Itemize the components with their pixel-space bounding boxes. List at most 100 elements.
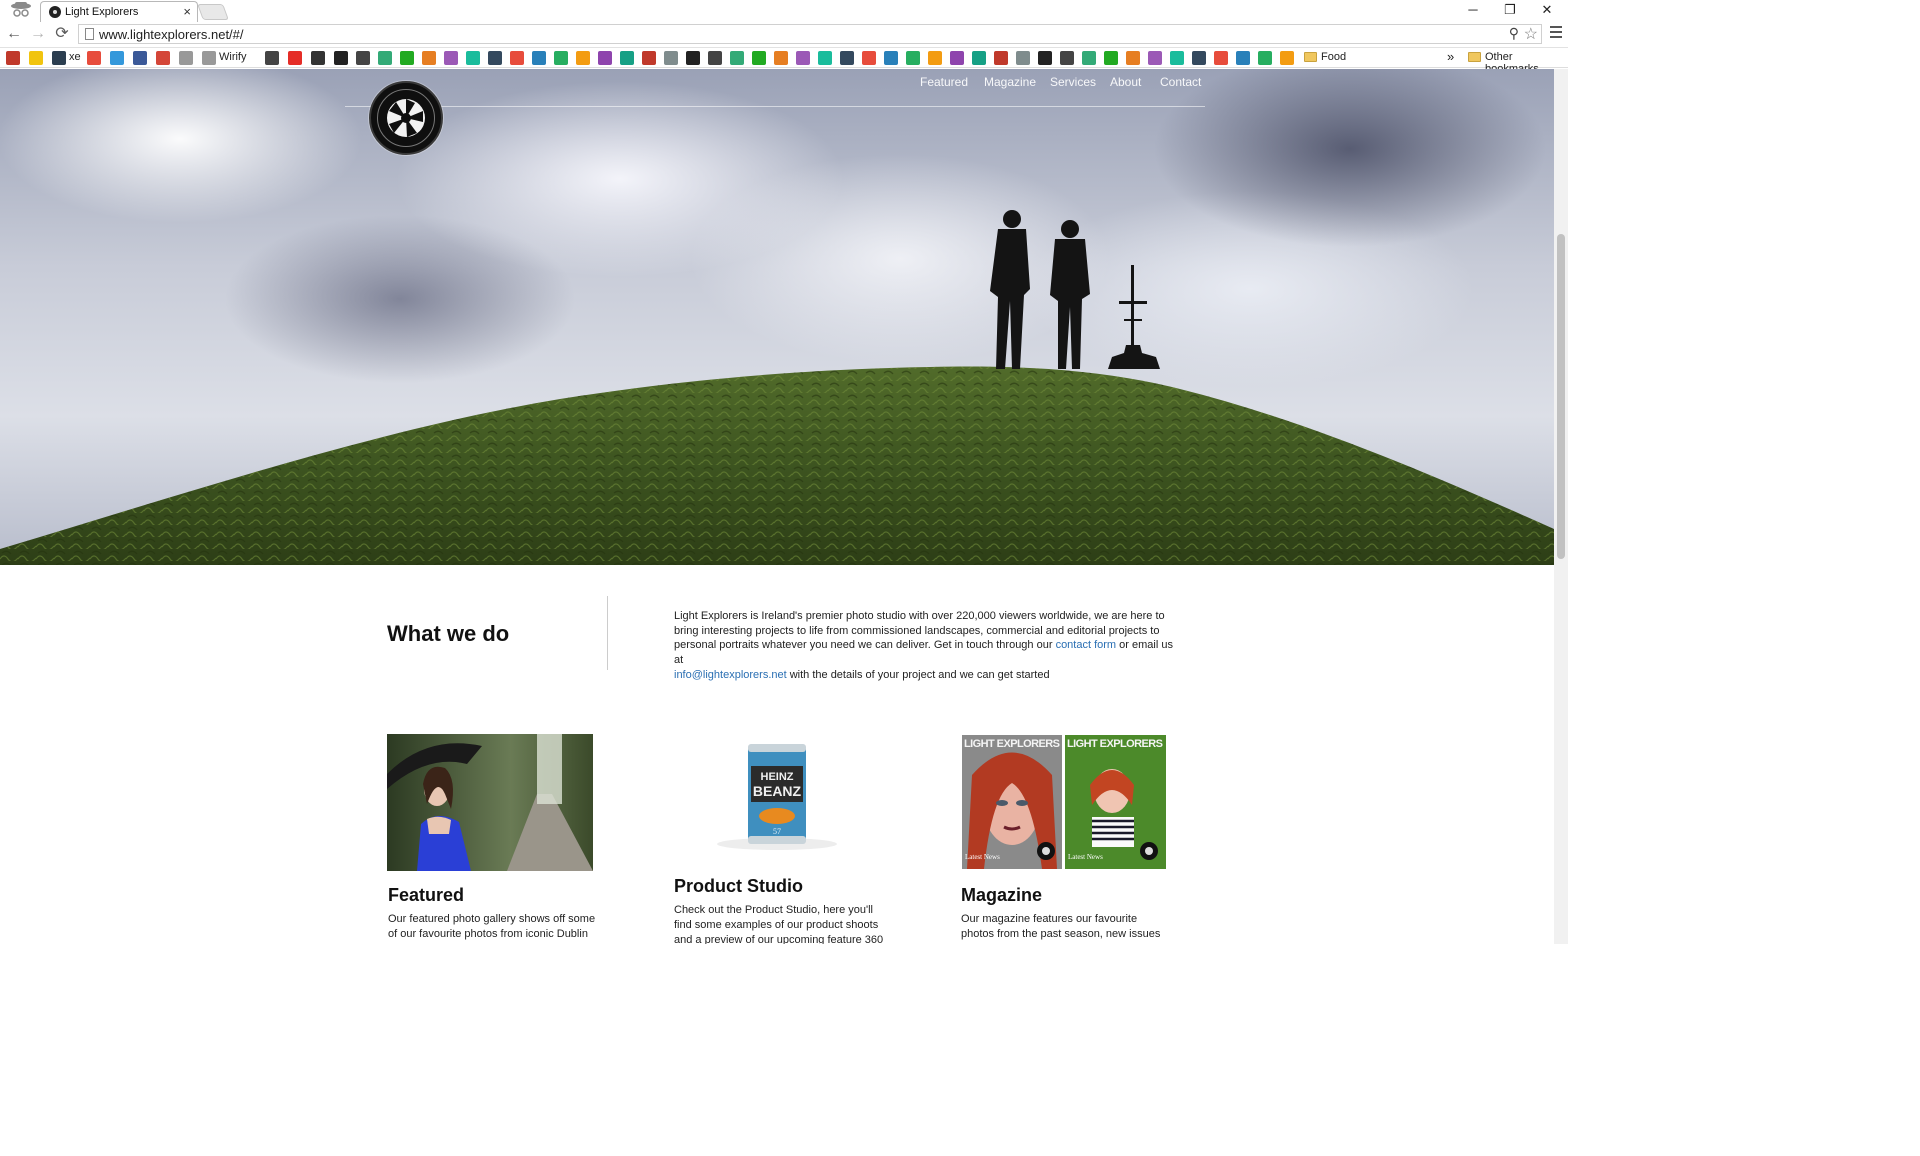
hero-photo-hill	[0, 210, 1554, 565]
bookmark-favicon-icon[interactable]	[334, 51, 348, 65]
bookmark-favicon-icon[interactable]	[1236, 51, 1250, 65]
bookmark-folder-food[interactable]: Food	[1321, 51, 1346, 63]
light-explorers-logo[interactable]	[369, 81, 443, 155]
gmail-icon[interactable]	[156, 51, 170, 65]
bookmark-favicon-icon[interactable]	[928, 51, 942, 65]
tab-close-icon[interactable]: ×	[183, 4, 191, 19]
bookmark-favicon-icon[interactable]	[510, 51, 524, 65]
site-favicon-icon	[49, 6, 61, 18]
bookmark-favicon-icon[interactable]	[730, 51, 744, 65]
minimize-icon[interactable]: ─	[1454, 0, 1492, 20]
bookmark-favicon-icon[interactable]	[906, 51, 920, 65]
scrollbar-thumb[interactable]	[1557, 234, 1565, 559]
nav-contact[interactable]: Contact	[1160, 75, 1201, 89]
facebook-icon[interactable]	[133, 51, 147, 65]
incognito-profile-icon[interactable]	[6, 0, 36, 20]
bookmark-star-icon[interactable]: ☆	[1524, 24, 1538, 44]
bookmark-favicon-icon[interactable]	[862, 51, 876, 65]
more-bookmarks-chevron-icon[interactable]: »	[1447, 49, 1454, 64]
bookmark-favicon-icon[interactable]	[1126, 51, 1140, 65]
bookmark-favicon-icon[interactable]	[1258, 51, 1272, 65]
bookmark-favicon-icon[interactable]	[620, 51, 634, 65]
asterisk-icon[interactable]	[87, 51, 101, 65]
page-icon[interactable]	[202, 51, 216, 65]
nav-services[interactable]: Services	[1050, 75, 1096, 89]
bookmark-favicon-icon[interactable]	[378, 51, 392, 65]
bookmark-favicon-icon[interactable]	[994, 51, 1008, 65]
bookmark-favicon-icon[interactable]	[444, 51, 458, 65]
nav-about[interactable]: About	[1110, 75, 1141, 89]
new-tab-button[interactable]	[197, 4, 229, 20]
bookmark-favicon-icon[interactable]	[1104, 51, 1118, 65]
bookmark-favicon-icon[interactable]	[1280, 51, 1294, 65]
tab-light-explorers[interactable]: Light Explorers ×	[40, 1, 198, 22]
window-close-icon[interactable]: ✕	[1528, 0, 1566, 20]
bookmark-favicon-icon[interactable]	[400, 51, 414, 65]
bookmark-favicon-icon[interactable]	[884, 51, 898, 65]
triangle-icon[interactable]	[311, 51, 325, 65]
magazine-covers-thumbnail[interactable]: LIGHT EXPLORERS Latest News LIGHT EXPLOR…	[962, 735, 1166, 869]
address-bar[interactable]: www.lightexplorers.net/#/ ⚲ ☆	[78, 24, 1542, 44]
browser-toolbar: ← → ⟳ www.lightexplorers.net/#/ ⚲ ☆	[0, 22, 1568, 48]
bookmark-favicon-icon[interactable]	[1082, 51, 1096, 65]
bookmark-favicon-icon[interactable]	[950, 51, 964, 65]
bookmark-favicon-icon[interactable]	[532, 51, 546, 65]
search-icon[interactable]: ⚲	[1509, 25, 1519, 42]
bookmark-label[interactable]: Wirify	[219, 51, 247, 63]
bookmark-favicon-icon[interactable]	[466, 51, 480, 65]
bookmark-favicon-icon[interactable]	[554, 51, 568, 65]
page-scrollbar[interactable]	[1554, 69, 1568, 944]
bookmark-favicon-icon[interactable]	[1038, 51, 1052, 65]
forward-icon[interactable]: →	[28, 24, 48, 44]
bookmark-favicon-icon[interactable]	[1016, 51, 1030, 65]
folder-icon	[1468, 52, 1481, 62]
bookmark-favicon-icon[interactable]	[642, 51, 656, 65]
reload-icon[interactable]: ⟳	[52, 24, 72, 44]
xe-icon[interactable]	[52, 51, 66, 65]
bookmark-favicon-icon[interactable]	[686, 51, 700, 65]
bookmark-label[interactable]: xe	[69, 51, 81, 63]
circle-icon[interactable]	[110, 51, 124, 65]
card-title-product-studio[interactable]: Product Studio	[674, 876, 803, 897]
page-viewport: Featured Magazine Services About Contact…	[0, 69, 1554, 944]
bookmark-favicon-icon[interactable]	[664, 51, 678, 65]
bookmark-favicon-icon[interactable]	[576, 51, 590, 65]
nav-featured[interactable]: Featured	[920, 75, 968, 89]
pencil-icon[interactable]	[29, 51, 43, 65]
card-title-featured[interactable]: Featured	[388, 885, 464, 906]
restore-icon[interactable]: ❐	[1491, 0, 1529, 20]
product-studio-thumbnail[interactable]: HEINZ BEANZ 57	[674, 734, 880, 852]
header-divider	[345, 106, 1205, 107]
bookmark-favicon-icon[interactable]	[840, 51, 854, 65]
bookmark-favicon-icon[interactable]	[1170, 51, 1184, 65]
nav-magazine[interactable]: Magazine	[984, 75, 1036, 89]
bookmark-favicon-icon[interactable]	[818, 51, 832, 65]
bookmark-favicon-icon[interactable]	[488, 51, 502, 65]
tab-title: Light Explorers	[65, 6, 139, 18]
browser-menu-icon[interactable]	[1550, 26, 1562, 40]
bookmark-favicon-icon[interactable]	[752, 51, 766, 65]
bookmark-favicon-icon[interactable]	[796, 51, 810, 65]
bookmark-favicon-icon[interactable]	[598, 51, 612, 65]
bookmark-favicon-icon[interactable]	[774, 51, 788, 65]
magazine-cover-footer: Latest News	[965, 853, 1000, 861]
bookmark-favicon-icon[interactable]	[1060, 51, 1074, 65]
bookmark-favicon-icon[interactable]	[1214, 51, 1228, 65]
bookmark-icon[interactable]	[6, 51, 20, 65]
email-link[interactable]: info@lightexplorers.net	[674, 669, 787, 681]
bookmark-favicon-icon[interactable]	[1148, 51, 1162, 65]
back-icon[interactable]: ←	[4, 24, 24, 44]
bookmark-favicon-icon[interactable]	[1192, 51, 1206, 65]
bookmark-favicon-icon[interactable]	[972, 51, 986, 65]
featured-photo-thumbnail[interactable]	[387, 734, 593, 871]
url-text[interactable]: www.lightexplorers.net/#/	[99, 27, 244, 42]
bbb-icon[interactable]	[265, 51, 279, 65]
bookmark-favicon-icon[interactable]	[422, 51, 436, 65]
bookmark-favicon-icon[interactable]	[356, 51, 370, 65]
bookmark-favicon-icon[interactable]	[708, 51, 722, 65]
can-label-line1: HEINZ	[761, 771, 794, 783]
youtube-icon[interactable]	[288, 51, 302, 65]
card-title-magazine[interactable]: Magazine	[961, 885, 1042, 906]
page-icon[interactable]	[179, 51, 193, 65]
contact-form-link[interactable]: contact form	[1056, 639, 1117, 651]
